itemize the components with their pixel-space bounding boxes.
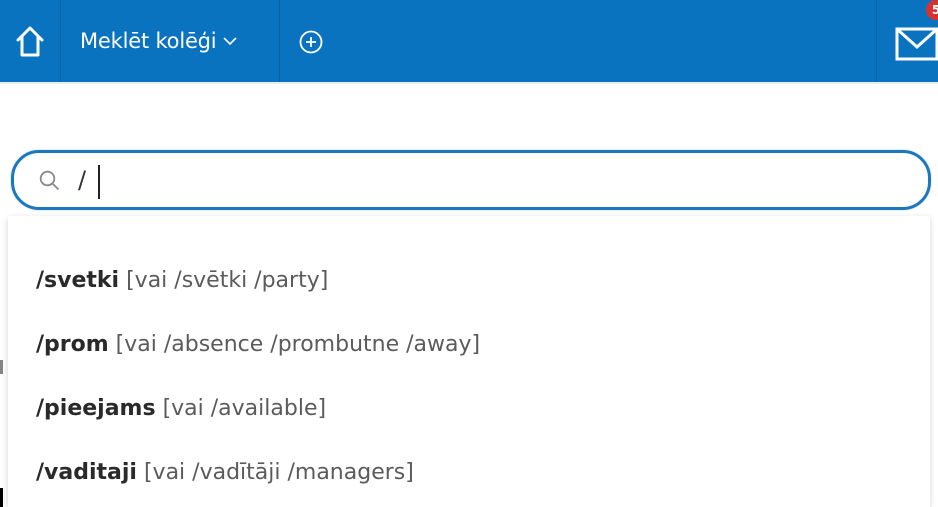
mail-button[interactable]: [894, 20, 938, 68]
suggestion-aliases: [vai /available]: [162, 395, 327, 421]
home-button[interactable]: [0, 0, 60, 82]
suggestion-aliases: [vai /vadītāji /managers]: [143, 459, 414, 485]
search-colleague-menu[interactable]: Meklēt kolēģi: [80, 0, 238, 82]
add-button[interactable]: [297, 28, 325, 56]
chevron-down-icon: [222, 35, 238, 47]
suggestion-item-vaditaji[interactable]: /vaditaji [vai /vadītāji /managers]: [36, 452, 414, 492]
background-edge-mark: [0, 488, 3, 507]
suggestion-dropdown: /svetki [vai /svētki /party] /prom [vai …: [8, 216, 930, 507]
text-caret: [98, 165, 100, 199]
home-icon: [16, 26, 44, 57]
suggestion-item-prom[interactable]: /prom [vai /absence /prombutne /away]: [36, 324, 480, 364]
nav-divider: [60, 0, 61, 82]
search-input[interactable]: [78, 163, 898, 197]
suggestion-command: /vaditaji: [36, 459, 137, 485]
search-field[interactable]: [11, 150, 931, 210]
plus-circle-icon: [299, 30, 323, 54]
mail-count-badge: 5: [926, 0, 938, 20]
background-edge-mark: [0, 360, 3, 374]
suggestion-aliases: [vai /svētki /party]: [126, 267, 329, 293]
suggestion-command: /svetki: [36, 267, 120, 293]
search-colleague-label: Meklēt kolēģi: [80, 29, 217, 53]
app-window: Meklēt kolēģi 5 / /svetki [vai /svētki /…: [0, 0, 938, 507]
top-navigation-bar: Meklēt kolēģi 5: [0, 0, 938, 84]
suggestion-item-pieejams[interactable]: /pieejams [vai /available]: [36, 388, 326, 428]
mail-icon: [895, 27, 938, 61]
suggestion-aliases: [vai /absence /prombutne /away]: [115, 331, 481, 357]
suggestion-command: /prom: [36, 331, 109, 357]
nav-divider: [876, 0, 877, 82]
search-icon: [39, 170, 59, 190]
suggestion-item-svetki[interactable]: /svetki [vai /svētki /party]: [36, 260, 328, 300]
suggestion-command: /pieejams: [36, 395, 156, 421]
nav-divider: [279, 0, 280, 82]
